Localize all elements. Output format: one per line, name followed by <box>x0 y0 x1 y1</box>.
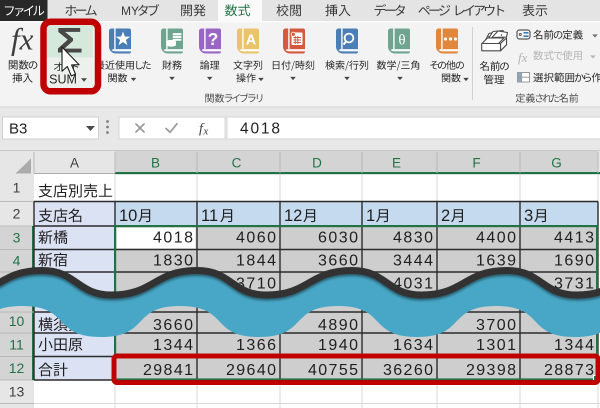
svg-text:1690: 1690 <box>554 252 594 269</box>
svg-text:3660: 3660 <box>318 252 358 269</box>
svg-text:4: 4 <box>13 253 21 269</box>
svg-text:13: 13 <box>9 384 25 400</box>
svg-text:1344: 1344 <box>554 337 594 354</box>
svg-text:11: 11 <box>9 337 24 353</box>
svg-text:4400: 4400 <box>476 230 516 247</box>
svg-text:1830: 1830 <box>153 252 193 269</box>
svg-text:C: C <box>232 156 242 171</box>
svg-text:3660: 3660 <box>153 317 193 334</box>
svg-text:10: 10 <box>119 207 137 225</box>
svg-text:1344: 1344 <box>153 337 193 354</box>
svg-text:12: 12 <box>9 360 25 376</box>
svg-text:1844: 1844 <box>236 252 276 269</box>
svg-text:4830: 4830 <box>393 230 433 247</box>
svg-text:B3: B3 <box>9 121 27 138</box>
svg-text:B: B <box>151 156 160 171</box>
svg-text:G: G <box>551 156 562 171</box>
svg-text:2: 2 <box>441 207 450 225</box>
svg-text:4018: 4018 <box>240 121 280 138</box>
svg-text:A: A <box>70 156 79 171</box>
svg-text:29841: 29841 <box>143 362 193 379</box>
svg-text:A: A <box>246 33 257 49</box>
svg-text:29398: 29398 <box>466 362 516 379</box>
svg-text:6030: 6030 <box>318 230 358 247</box>
svg-text:θ: θ <box>398 33 405 49</box>
svg-text:F: F <box>472 156 480 171</box>
svg-text:MY: MY <box>121 4 139 18</box>
svg-text:D: D <box>312 156 322 171</box>
svg-text:28873: 28873 <box>544 362 594 379</box>
svg-text:4890: 4890 <box>318 317 358 334</box>
svg-text:3: 3 <box>524 207 533 225</box>
svg-text:4413: 4413 <box>554 230 594 247</box>
svg-text:2: 2 <box>13 206 21 222</box>
svg-text:4018: 4018 <box>153 230 193 247</box>
svg-text:?: ? <box>208 29 219 49</box>
svg-text:36260: 36260 <box>383 362 433 379</box>
svg-text:1940: 1940 <box>318 337 358 354</box>
svg-text:1639: 1639 <box>476 252 516 269</box>
svg-text:10: 10 <box>9 313 25 329</box>
svg-text:3: 3 <box>13 230 21 246</box>
svg-text:fx: fx <box>11 22 34 57</box>
svg-text:1: 1 <box>13 180 21 196</box>
svg-text:3444: 3444 <box>393 252 433 269</box>
svg-text:E: E <box>392 156 401 171</box>
svg-text:1: 1 <box>366 207 375 225</box>
svg-text:11: 11 <box>201 207 218 225</box>
svg-text:4060: 4060 <box>236 230 276 247</box>
svg-text:1634: 1634 <box>393 337 433 354</box>
svg-text:29640: 29640 <box>226 362 276 379</box>
svg-text:1301: 1301 <box>476 337 516 354</box>
svg-text:1366: 1366 <box>236 337 276 354</box>
svg-text:fx: fx <box>518 50 528 65</box>
svg-text:12: 12 <box>284 207 302 225</box>
svg-text:40755: 40755 <box>308 362 358 379</box>
svg-text:3700: 3700 <box>476 317 516 334</box>
